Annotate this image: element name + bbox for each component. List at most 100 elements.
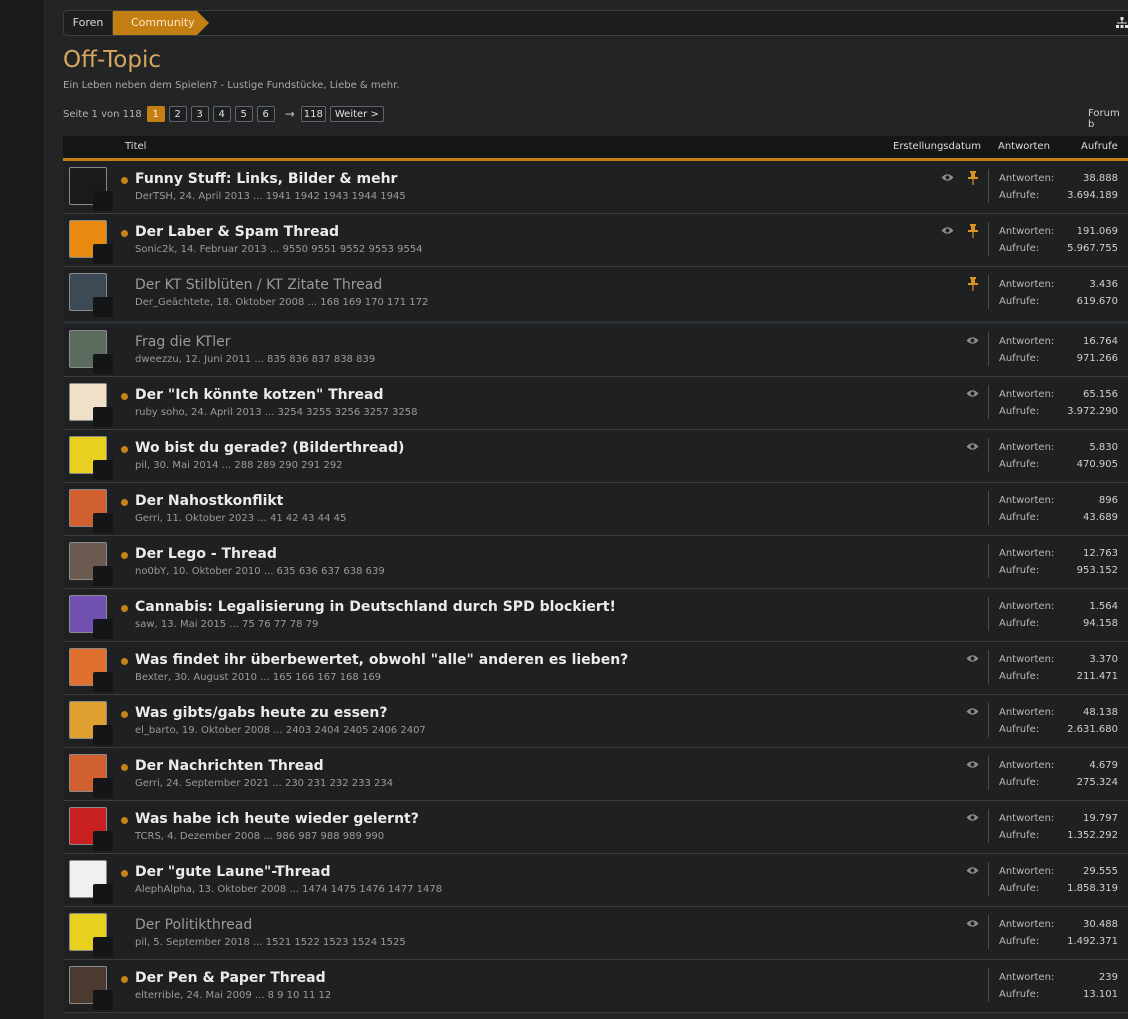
sort-by-views[interactable]: Aufrufe (1081, 141, 1118, 152)
thread-row[interactable]: Der Lego - Thread no0bY, 10. Oktober 2010… (63, 536, 1128, 589)
page-link-1[interactable]: 1 (146, 106, 165, 122)
thread-title[interactable]: Wo bist du gerade? (Bilderthread) (135, 440, 404, 456)
thread-title[interactable]: Der KT Stilblüten / KT Zitate Thread (135, 277, 382, 293)
last-poster-avatar[interactable] (93, 937, 113, 957)
views-count: 1.352.292 (1067, 830, 1118, 841)
breadcrumb-foren[interactable]: Foren (64, 11, 112, 35)
thread-title[interactable]: Der Politikthread (135, 917, 252, 933)
replies-label: Antworten: (999, 972, 1055, 983)
thread-title[interactable]: Was findet ihr überbewertet, obwohl "all… (135, 652, 628, 668)
last-poster-avatar[interactable] (93, 354, 113, 374)
thread-row[interactable]: Cannabis: Legalisierung in Deutschland d… (63, 589, 1128, 642)
thread-title[interactable]: Der "gute Laune"-Thread (135, 864, 330, 880)
views-count: 94.158 (1083, 618, 1118, 629)
views-label: Aufrufe: (999, 459, 1040, 470)
thread-row[interactable]: Der KT Stilblüten / KT Zitate Thread Der_… (63, 267, 1128, 324)
last-poster-avatar[interactable] (93, 407, 113, 427)
stats-divider (988, 756, 989, 790)
thread-title[interactable]: Der "Ich könnte kotzen" Thread (135, 387, 384, 403)
replies-label: Antworten: (999, 279, 1055, 290)
views-label: Aufrufe: (999, 989, 1040, 1000)
sitemap-icon[interactable] (1116, 17, 1128, 29)
page-link-5[interactable]: 5 (234, 106, 253, 122)
thread-meta: no0bY, 10. Oktober 2010 ... 635 636 637 … (135, 566, 385, 577)
last-poster-avatar[interactable] (93, 566, 113, 586)
page-link-2[interactable]: 2 (168, 106, 187, 122)
unread-indicator (121, 976, 128, 983)
stats-divider (988, 703, 989, 737)
page-link-4[interactable]: 4 (212, 106, 231, 122)
watch-eye-icon (966, 761, 979, 768)
sort-by-replies[interactable]: Antworten (998, 141, 1050, 152)
thread-title[interactable]: Cannabis: Legalisierung in Deutschland d… (135, 599, 616, 615)
watch-eye-icon (966, 708, 979, 715)
thread-meta: dweezzu, 12. Juni 2011 ... 835 836 837 8… (135, 354, 376, 365)
sort-by-title[interactable]: Titel (125, 141, 146, 152)
thread-row[interactable]: Was habe ich heute wieder gelernt? TCRS, … (63, 801, 1128, 854)
views-label: Aufrufe: (999, 618, 1040, 629)
last-poster-avatar[interactable] (93, 460, 113, 480)
thread-row[interactable]: Frag die KTler dweezzu, 12. Juni 2011 ...… (63, 324, 1128, 377)
replies-count: 3.436 (1089, 279, 1118, 290)
next-page-button[interactable]: Weiter > (329, 106, 384, 122)
page-info: Seite 1 von 118 (63, 108, 142, 120)
unread-indicator (121, 499, 128, 506)
thread-row[interactable]: Der Pen & Paper Thread elterrible, 24. Ma… (63, 960, 1128, 1013)
thread-title[interactable]: Der Nachrichten Thread (135, 758, 324, 774)
watch-eye-icon (966, 920, 979, 927)
thread-title[interactable]: Was gibts/gabs heute zu essen? (135, 705, 388, 721)
thread-row[interactable]: Der "Ich könnte kotzen" Thread ruby soho,… (63, 377, 1128, 430)
replies-label: Antworten: (999, 548, 1055, 559)
views-label: Aufrufe: (999, 883, 1040, 894)
replies-label: Antworten: (999, 760, 1055, 771)
thread-meta: Sonic2k, 14. Februar 2013 ... 9550 9551 … (135, 244, 423, 255)
thread-meta: saw, 13. Mai 2015 ... 75 76 77 78 79 (135, 619, 319, 630)
last-poster-avatar[interactable] (93, 513, 113, 533)
thread-title[interactable]: Der Laber & Spam Thread (135, 224, 339, 240)
thread-title[interactable]: Der Pen & Paper Thread (135, 970, 326, 986)
last-poster-avatar[interactable] (93, 778, 113, 798)
replies-label: Antworten: (999, 389, 1055, 400)
breadcrumb-community[interactable]: Community (113, 11, 209, 35)
thread-row[interactable]: Wo bist du gerade? (Bilderthread) pil, 30… (63, 430, 1128, 483)
stats-divider (988, 222, 989, 256)
thread-row[interactable]: Was findet ihr überbewertet, obwohl "all… (63, 642, 1128, 695)
unread-indicator (121, 552, 128, 559)
views-count: 619.670 (1076, 296, 1118, 307)
replies-count: 29.555 (1083, 866, 1118, 877)
unread-indicator (121, 230, 128, 237)
page-link-6[interactable]: 6 (256, 106, 275, 122)
last-poster-avatar[interactable] (93, 990, 113, 1010)
thread-title[interactable]: Funny Stuff: Links, Bilder & mehr (135, 171, 397, 187)
thread-title[interactable]: Der Lego - Thread (135, 546, 277, 562)
last-poster-avatar[interactable] (93, 725, 113, 745)
thread-title[interactable]: Frag die KTler (135, 334, 230, 350)
thread-row[interactable]: Was gibts/gabs heute zu essen? el_barto, … (63, 695, 1128, 748)
last-poster-avatar[interactable] (93, 619, 113, 639)
page-link-last[interactable]: 118 (300, 106, 326, 122)
last-poster-avatar[interactable] (93, 244, 113, 264)
replies-count: 5.830 (1089, 442, 1118, 453)
thread-row[interactable]: Der "gute Laune"-Thread AlephAlpha, 13. O… (63, 854, 1128, 907)
thread-title[interactable]: Was habe ich heute wieder gelernt? (135, 811, 419, 827)
breadcrumb: Foren Community (63, 10, 1128, 36)
thread-row[interactable]: Der Nahostkonflikt Gerri, 11. Oktober 202… (63, 483, 1128, 536)
last-poster-avatar[interactable] (93, 672, 113, 692)
last-poster-avatar[interactable] (93, 884, 113, 904)
watch-eye-icon (966, 814, 979, 821)
sort-by-created[interactable]: Erstellungsdatum (893, 141, 981, 152)
pagination-arrow: → (284, 107, 295, 121)
thread-row[interactable]: Funny Stuff: Links, Bilder & mehr DerTSH,… (63, 161, 1128, 214)
last-poster-avatar[interactable] (93, 297, 113, 317)
last-poster-avatar[interactable] (93, 191, 113, 211)
thread-title[interactable]: Der Nahostkonflikt (135, 493, 283, 509)
thread-row[interactable]: Der Nachrichten Thread Gerri, 24. Septemb… (63, 748, 1128, 801)
last-poster-avatar[interactable] (93, 831, 113, 851)
stats-divider (988, 809, 989, 843)
thread-row[interactable]: Der Politikthread pil, 5. September 2018 … (63, 907, 1128, 960)
thread-list: Funny Stuff: Links, Bilder & mehr DerTSH,… (63, 161, 1128, 1013)
forum-options-link[interactable]: Forum b (1088, 108, 1128, 130)
thread-row[interactable]: Der Laber & Spam Thread Sonic2k, 14. Febr… (63, 214, 1128, 267)
page-link-3[interactable]: 3 (190, 106, 209, 122)
views-label: Aufrufe: (999, 777, 1040, 788)
